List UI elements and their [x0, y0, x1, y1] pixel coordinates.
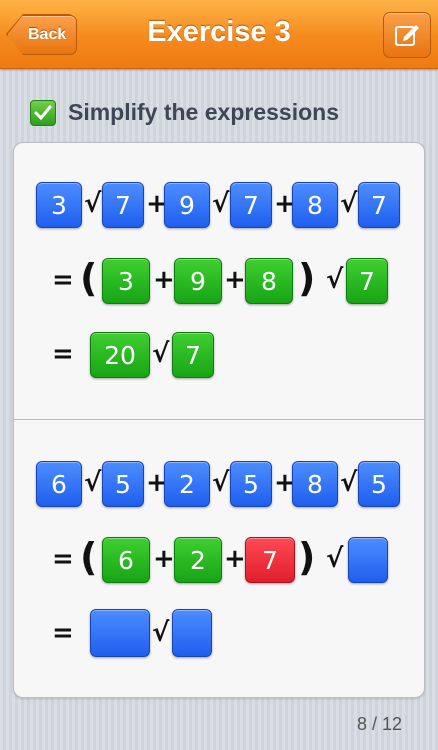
equals-symbol: = [52, 339, 74, 369]
answer-input-tile[interactable] [90, 609, 150, 657]
answer-input-tile[interactable] [348, 537, 388, 583]
problem-divider [13, 419, 425, 420]
radicand-tile: 7 [230, 182, 272, 228]
equals-symbol: = [52, 618, 74, 648]
answer-tile[interactable]: 6 [102, 537, 150, 583]
radicand-tile: 7 [358, 182, 400, 228]
sqrt-symbol: √ [326, 265, 344, 295]
answer-tile[interactable]: 3 [102, 258, 150, 304]
equals-symbol: = [52, 544, 74, 574]
radicand-tile: 5 [358, 461, 400, 507]
radicand-tile: 5 [102, 461, 144, 507]
sqrt-symbol: √ [84, 189, 102, 219]
plus-symbol: + [224, 265, 246, 295]
coefficient-tile: 6 [36, 461, 82, 507]
answer-tile[interactable]: 20 [90, 332, 150, 378]
coefficient-tile: 8 [292, 182, 338, 228]
sqrt-symbol: √ [212, 189, 230, 219]
coefficient-tile: 3 [36, 182, 82, 228]
nav-bar: Back Exercise 3 [0, 0, 438, 69]
left-paren: ( [80, 535, 98, 579]
sqrt-symbol: √ [340, 468, 358, 498]
answer-tile[interactable]: 2 [174, 537, 222, 583]
answer-tile[interactable]: 7 [172, 332, 214, 378]
coefficient-tile: 2 [164, 461, 210, 507]
edit-button[interactable] [383, 12, 431, 58]
answer-tile-incorrect[interactable]: 7 [245, 537, 295, 583]
sqrt-symbol: √ [84, 468, 102, 498]
checkmark-icon [30, 100, 56, 126]
equals-symbol: = [52, 265, 74, 295]
instruction-text: Simplify the expressions [68, 99, 339, 125]
sqrt-symbol: √ [152, 618, 170, 648]
coefficient-tile: 8 [292, 461, 338, 507]
plus-symbol: + [224, 544, 246, 574]
answer-tile[interactable]: 9 [174, 258, 222, 304]
right-paren: ) [298, 535, 316, 579]
answer-tile[interactable]: 7 [346, 258, 388, 304]
answer-tile[interactable]: 8 [245, 258, 293, 304]
sqrt-symbol: √ [152, 339, 170, 369]
radicand-tile: 5 [230, 461, 272, 507]
sqrt-symbol: √ [212, 468, 230, 498]
answer-input-tile[interactable] [172, 609, 212, 657]
page-title: Exercise 3 [147, 16, 291, 48]
plus-symbol: + [153, 544, 175, 574]
plus-symbol: + [153, 265, 175, 295]
sqrt-symbol: √ [326, 544, 344, 574]
edit-icon [395, 25, 419, 46]
radicand-tile: 7 [102, 182, 144, 228]
sqrt-symbol: √ [340, 189, 358, 219]
left-paren: ( [80, 256, 98, 300]
coefficient-tile: 9 [164, 182, 210, 228]
right-paren: ) [298, 256, 316, 300]
page-indicator: 8 / 12 [356, 714, 402, 734]
